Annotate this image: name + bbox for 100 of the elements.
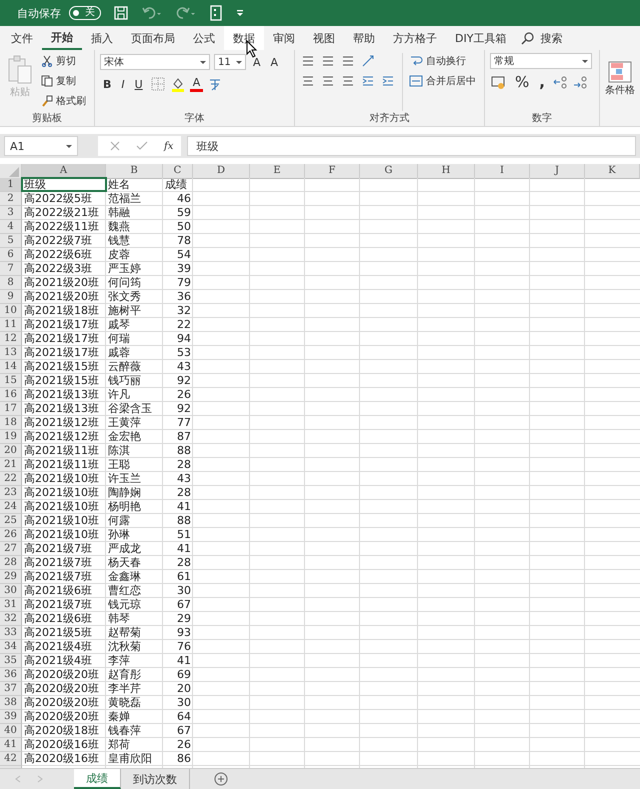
bold-button[interactable]: B bbox=[100, 75, 114, 93]
row-header[interactable]: 22 bbox=[0, 472, 22, 486]
row-header[interactable]: 2 bbox=[0, 192, 22, 206]
undo-icon[interactable] bbox=[141, 5, 163, 21]
search-button[interactable]: 搜索 bbox=[515, 26, 568, 50]
row-header[interactable]: 10 bbox=[0, 304, 22, 318]
row-header[interactable]: 8 bbox=[0, 276, 22, 290]
autosave-toggle[interactable]: 关 bbox=[69, 6, 101, 20]
row-header[interactable]: 41 bbox=[0, 738, 22, 752]
row-header[interactable]: 11 bbox=[0, 318, 22, 332]
column-header[interactable]: J bbox=[530, 164, 585, 179]
row-header[interactable]: 15 bbox=[0, 374, 22, 388]
format-painter-button[interactable]: 格式刷 bbox=[41, 93, 86, 109]
ribbon-tab[interactable]: 公式 bbox=[184, 26, 224, 50]
column-header[interactable]: H bbox=[418, 164, 475, 179]
save-icon[interactable] bbox=[113, 5, 129, 21]
add-sheet-icon[interactable] bbox=[214, 772, 228, 786]
row-header[interactable]: 40 bbox=[0, 724, 22, 738]
row-header[interactable]: 6 bbox=[0, 248, 22, 262]
orientation-icon[interactable] bbox=[360, 53, 376, 69]
row-header[interactable]: 27 bbox=[0, 542, 22, 556]
ribbon-tab[interactable]: 页面布局 bbox=[122, 26, 184, 50]
percent-style-button[interactable]: % bbox=[512, 73, 532, 91]
row-header[interactable]: 28 bbox=[0, 556, 22, 570]
name-box[interactable]: A1 bbox=[4, 136, 78, 156]
column-header[interactable]: K bbox=[585, 164, 640, 179]
row-header[interactable]: 31 bbox=[0, 598, 22, 612]
row-header[interactable]: 21 bbox=[0, 458, 22, 472]
row-header[interactable]: 24 bbox=[0, 500, 22, 514]
row-header[interactable]: 20 bbox=[0, 444, 22, 458]
row-header[interactable]: 4 bbox=[0, 220, 22, 234]
copy-button[interactable]: 复制 bbox=[41, 73, 86, 89]
font-name-field[interactable]: 宋体 bbox=[100, 54, 210, 70]
row-header[interactable]: 7 bbox=[0, 262, 22, 276]
fill-color-icon[interactable] bbox=[170, 76, 186, 92]
column-header[interactable]: I bbox=[475, 164, 530, 179]
number-format-field[interactable]: 常规 bbox=[490, 53, 592, 69]
underline-button[interactable]: U bbox=[132, 75, 146, 93]
decrease-decimal-icon[interactable] bbox=[572, 74, 588, 90]
row-header[interactable]: 16 bbox=[0, 388, 22, 402]
column-header[interactable]: B bbox=[106, 164, 163, 179]
column-header[interactable]: G bbox=[360, 164, 418, 179]
ribbon-tab[interactable]: 插入 bbox=[82, 26, 122, 50]
sheet-tab[interactable]: 到访次数 bbox=[121, 769, 190, 789]
row-header[interactable]: 30 bbox=[0, 584, 22, 598]
group-label: 字体 bbox=[184, 112, 206, 126]
row-header[interactable]: 29 bbox=[0, 570, 22, 584]
italic-button[interactable]: I bbox=[118, 75, 128, 93]
row-header[interactable]: 39 bbox=[0, 710, 22, 724]
ribbon-tab[interactable]: 方方格子 bbox=[384, 26, 446, 50]
merge-center-button[interactable]: 合并后居中 bbox=[409, 73, 476, 89]
row-header[interactable]: 23 bbox=[0, 486, 22, 500]
row-header[interactable]: 35 bbox=[0, 654, 22, 668]
row-header[interactable]: 3 bbox=[0, 206, 22, 220]
row-header[interactable]: 18 bbox=[0, 416, 22, 430]
ribbon-tab[interactable]: 帮助 bbox=[344, 26, 384, 50]
column-header[interactable]: D bbox=[193, 164, 250, 179]
decrease-font-button[interactable]: A bbox=[268, 53, 282, 71]
table-cell-text: 赵帮菊 bbox=[107, 626, 142, 639]
font-size-field[interactable]: 11 bbox=[214, 54, 246, 70]
redo-icon[interactable] bbox=[175, 5, 197, 21]
row-header[interactable]: 13 bbox=[0, 346, 22, 360]
row-header[interactable]: 33 bbox=[0, 626, 22, 640]
ribbon-tab[interactable]: 视图 bbox=[304, 26, 344, 50]
table-cell-text: 59 bbox=[176, 206, 192, 219]
row-header[interactable]: 38 bbox=[0, 696, 22, 710]
conditional-formatting-button[interactable]: 条件格 bbox=[605, 53, 635, 97]
wrap-text-button[interactable]: 自动换行 bbox=[409, 53, 476, 69]
ribbon-tab[interactable]: 审阅 bbox=[264, 26, 304, 50]
enter-check-icon[interactable] bbox=[136, 141, 148, 151]
row-header[interactable]: 12 bbox=[0, 332, 22, 346]
ribbon-tab[interactable]: 文件 bbox=[2, 26, 42, 50]
cancel-icon[interactable] bbox=[110, 141, 120, 151]
row-header[interactable]: 9 bbox=[0, 290, 22, 304]
ribbon-tab[interactable]: DIY工具箱 bbox=[446, 26, 516, 50]
column-header[interactable]: E bbox=[250, 164, 305, 179]
row-header[interactable]: 1 bbox=[0, 178, 22, 192]
row-header[interactable]: 34 bbox=[0, 640, 22, 654]
cut-button[interactable]: 剪切 bbox=[41, 53, 86, 69]
formula-input[interactable]: 班级 bbox=[187, 136, 636, 156]
row-header[interactable]: 36 bbox=[0, 668, 22, 682]
row-header[interactable]: 32 bbox=[0, 612, 22, 626]
insert-function-button[interactable]: fx bbox=[164, 140, 174, 152]
customize-dropdown-icon[interactable] bbox=[235, 8, 245, 18]
row-header[interactable]: 26 bbox=[0, 528, 22, 542]
row-header[interactable]: 14 bbox=[0, 360, 22, 374]
increase-decimal-icon[interactable] bbox=[552, 74, 568, 90]
row-header[interactable]: 17 bbox=[0, 402, 22, 416]
sheet-tab[interactable]: 成绩 bbox=[74, 769, 121, 789]
row-header[interactable]: 42 bbox=[0, 752, 22, 766]
row-header[interactable]: 37 bbox=[0, 682, 22, 696]
row-header[interactable]: 5 bbox=[0, 234, 22, 248]
table-cell-text: 高2021级10班 bbox=[23, 472, 100, 485]
comma-style-button[interactable]: , bbox=[536, 73, 548, 91]
form-icon[interactable] bbox=[209, 5, 223, 21]
row-header[interactable]: 25 bbox=[0, 514, 22, 528]
font-color-button[interactable]: A bbox=[190, 76, 204, 92]
row-header[interactable]: 19 bbox=[0, 430, 22, 444]
column-header[interactable]: C bbox=[163, 164, 193, 179]
column-header[interactable]: F bbox=[305, 164, 360, 179]
